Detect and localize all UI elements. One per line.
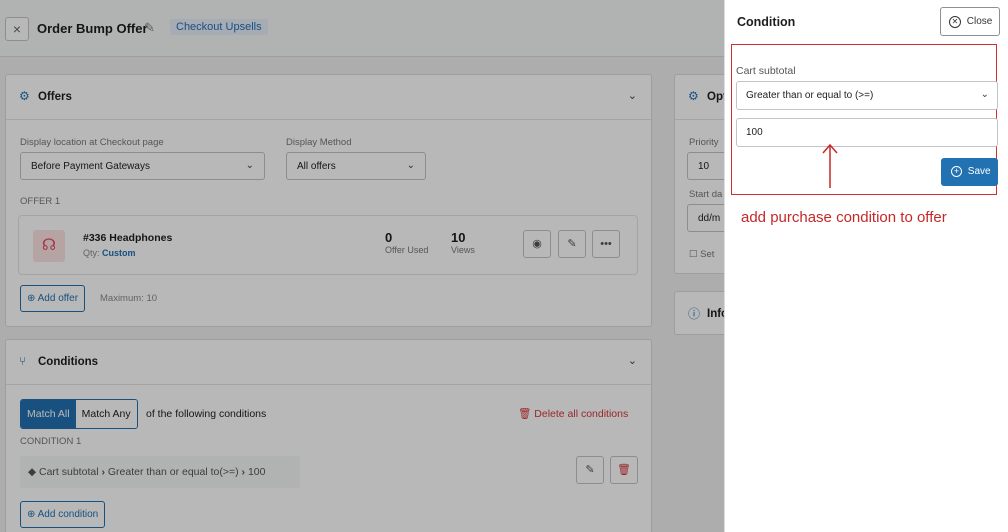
panel-title: Condition <box>737 15 796 29</box>
amount-input[interactable]: 100 <box>736 118 998 147</box>
save-label: Save <box>967 166 991 177</box>
annotation-text: add purchase condition to offer <box>741 209 947 226</box>
save-button[interactable]: + Save <box>941 158 998 186</box>
amount-value: 100 <box>746 127 763 138</box>
modal-backdrop[interactable] <box>0 0 724 532</box>
order-bump-editor: × Order Bump Offer ✎ Checkout Upsells ⚙ … <box>0 0 1008 532</box>
chevron-down-icon: ⌄ <box>980 89 989 100</box>
annotation-arrow <box>822 143 838 188</box>
operator-select[interactable]: Greater than or equal to (>=) ⌄ <box>736 81 998 110</box>
close-label: Close <box>966 16 993 27</box>
close-circle-icon: ✕ <box>949 16 961 28</box>
operator-value: Greater than or equal to (>=) <box>746 90 874 101</box>
plus-circle-icon: + <box>951 166 962 177</box>
condition-field-label: Cart subtotal <box>736 65 796 77</box>
close-panel-button[interactable]: ✕ Close <box>940 7 1000 36</box>
